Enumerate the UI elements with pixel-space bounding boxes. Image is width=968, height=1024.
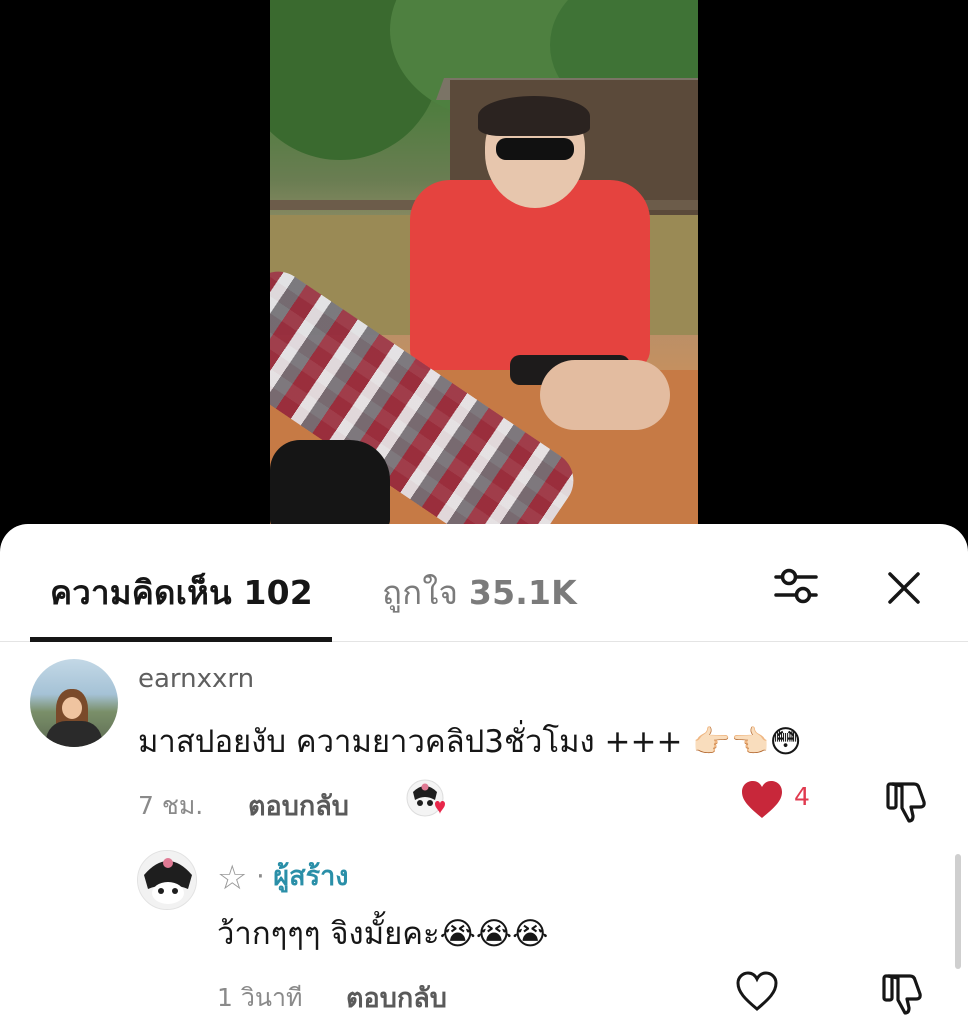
- sunglasses: [496, 138, 574, 160]
- kuromi-avatar-icon: [138, 851, 196, 909]
- person-leg: [540, 360, 670, 430]
- comments-sheet: ความคิดเห็น 102 ถูกใจ 35.1K earnxxrn มาส…: [0, 524, 968, 1024]
- thumbs-down-icon: [886, 782, 926, 823]
- scrollbar[interactable]: [955, 854, 961, 969]
- heart-outline-icon: [736, 971, 778, 1011]
- person-hair: [478, 96, 590, 136]
- heart-filled-icon: [742, 781, 782, 818]
- reply-reply-button[interactable]: ตอบกลับ: [346, 976, 447, 1019]
- avatar-face: [62, 697, 82, 719]
- tab-likes[interactable]: ถูกใจ 35.1K: [382, 566, 577, 619]
- reply-avatar[interactable]: [137, 850, 197, 910]
- dislike-button[interactable]: [884, 778, 932, 826]
- sliders-icon: [774, 568, 818, 604]
- comment-time: 7 ชม.: [138, 791, 204, 820]
- username-star: ☆: [217, 858, 248, 898]
- reply-username[interactable]: ☆ · ผู้สร้าง: [217, 854, 348, 898]
- creator-liked-badge: [405, 778, 453, 822]
- reply-dislike-button[interactable]: [880, 970, 928, 1018]
- creator-label: ผู้สร้าง: [273, 861, 349, 892]
- like-button[interactable]: 4: [740, 778, 820, 822]
- tab-likes-label: ถูกใจ: [382, 573, 469, 612]
- active-tab-indicator: [30, 637, 332, 642]
- reply-like-button[interactable]: [735, 970, 779, 1014]
- comment-list[interactable]: earnxxrn มาสปอยงับ ความยาวคลิป3ชั่วโมง +…: [0, 644, 968, 1024]
- reply-button[interactable]: ตอบกลับ: [248, 784, 349, 827]
- comment-text: มาสปอยงับ ความยาวคลิป3ชั่วโมง +++ 👉🏻👈🏻😳: [138, 724, 802, 760]
- reply-time: 1 วินาที: [217, 983, 303, 1012]
- avatar-shirt: [46, 721, 102, 747]
- reply-text: ว้ากๆๆๆ จิงมั้ยคะ😭😭😭: [217, 916, 549, 952]
- avatar[interactable]: [30, 659, 118, 747]
- close-icon: [888, 572, 920, 604]
- video-frame[interactable]: [270, 0, 698, 530]
- sheet-tabs: ความคิดเห็น 102 ถูกใจ 35.1K: [0, 524, 968, 642]
- filter-button[interactable]: [772, 564, 820, 608]
- person-red-shirt: [410, 180, 650, 370]
- video-player[interactable]: [0, 0, 968, 540]
- black-bag: [270, 440, 390, 530]
- separator: ·: [256, 861, 265, 892]
- tab-likes-count: 35.1K: [468, 573, 577, 612]
- comment-username[interactable]: earnxxrn: [138, 664, 254, 694]
- close-button[interactable]: [882, 566, 926, 610]
- creator-avatar-heart-icon: [406, 779, 445, 817]
- thumbs-down-icon: [882, 974, 922, 1015]
- tab-comments[interactable]: ความคิดเห็น 102: [50, 566, 313, 619]
- like-count: 4: [794, 782, 810, 811]
